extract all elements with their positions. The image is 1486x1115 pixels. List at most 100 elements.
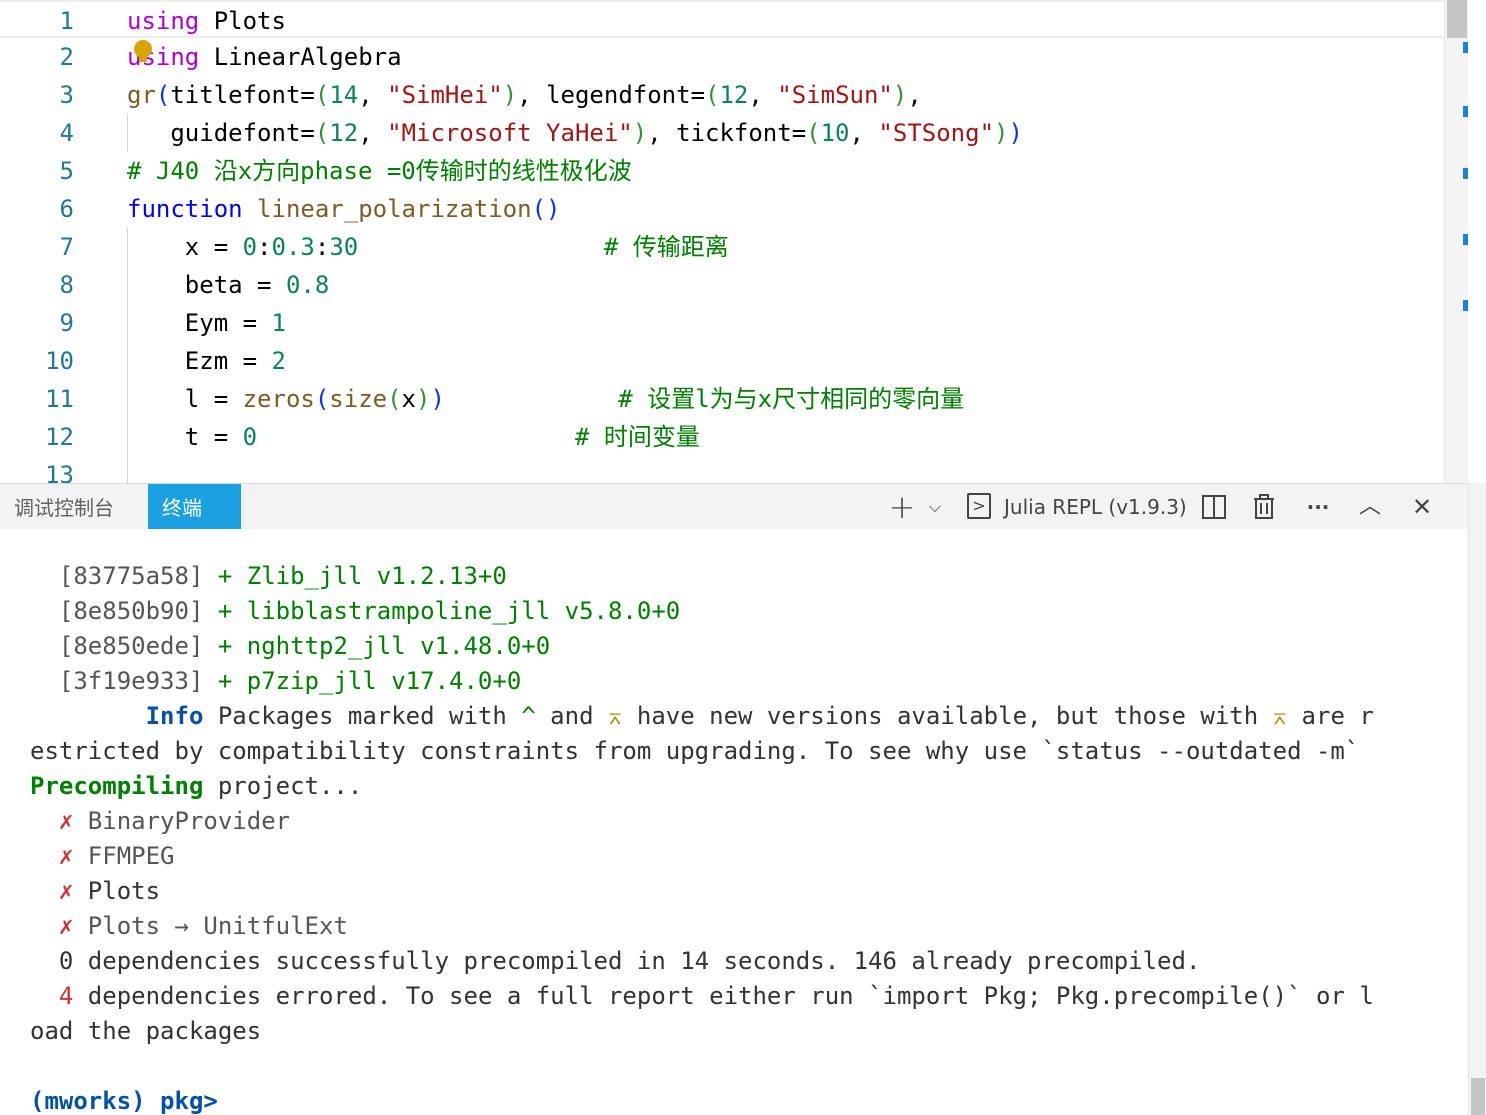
new-terminal-icon[interactable]: + [884, 490, 920, 524]
code-token: ) [502, 81, 518, 109]
lightbulb-icon[interactable] [134, 40, 152, 62]
maximize-panel-icon[interactable]: ︿ [1352, 490, 1388, 524]
line-number: 8 [59, 271, 74, 299]
code-text[interactable]: beta = 0.8 [127, 266, 330, 304]
code-token: zeros [242, 385, 315, 413]
code-line[interactable]: 13 [0, 456, 1444, 483]
code-token: ( [387, 385, 402, 413]
code-token: "Microsoft YaHei" [387, 119, 633, 147]
code-token: : [314, 233, 330, 261]
terminal-token: Plots [73, 877, 161, 905]
terminal-token: are r [1287, 702, 1374, 730]
line-number: 6 [59, 195, 74, 223]
code-text[interactable]: t = 0 # 时间变量 [127, 418, 700, 456]
code-text[interactable]: gr(titlefont=(14, "SimHei"), legendfont=… [127, 76, 922, 114]
terminal-scroll-thumb[interactable] [1471, 1078, 1485, 1115]
code-token: : [257, 233, 272, 261]
code-text[interactable]: Ezm = 2 [127, 342, 286, 380]
terminal-line: oad the packages [30, 1014, 261, 1049]
code-token: , [358, 81, 388, 109]
terminal-line: [8e850b90] + libblastrampoline_jll v5.8.… [30, 594, 680, 629]
code-line[interactable]: 10 Ezm = 2 [0, 342, 1444, 380]
code-token: LinearAlgebra [199, 43, 402, 71]
terminal-token: ✗ [58, 842, 74, 870]
terminal-token: [8e850ede] [30, 632, 218, 660]
code-token: size [329, 385, 388, 413]
line-number: 13 [45, 461, 74, 483]
code-text[interactable]: Eym = 1 [127, 304, 286, 342]
terminal-line: ✗ Plots [30, 874, 160, 909]
code-line[interactable]: 4 guidefont=(12, "Microsoft YaHei"), tic… [0, 114, 1444, 152]
terminal-token: FFMPEG [73, 842, 175, 870]
code-text[interactable]: l = zeros(size(x)) # 设置l为与x尺寸相同的零向量 [127, 380, 964, 418]
terminal-output[interactable]: [83775a58] + Zlib_jll v1.2.13+0 [8e850b9… [0, 529, 1468, 1115]
terminal-token: oad the packages [30, 1017, 262, 1045]
code-line[interactable]: 7 x = 0:0.3:30 # 传输距离 [0, 228, 1444, 266]
line-number: 9 [59, 309, 74, 337]
code-token: "STSong" [878, 119, 995, 147]
terminal-name-label[interactable]: Julia REPL (v1.9.3) [1004, 490, 1187, 524]
code-text[interactable]: # J40 沿x方向phase =0传输时的线性极化波 [127, 152, 632, 190]
editor-scrollbar[interactable] [1444, 0, 1468, 483]
code-token: ( [705, 81, 720, 109]
code-token: x = [127, 233, 243, 261]
code-line[interactable]: 1 using Plots [0, 0, 1444, 38]
code-token: () [531, 195, 561, 223]
line-number: 7 [59, 233, 74, 261]
editor-scroll-thumb[interactable] [1447, 0, 1467, 38]
code-line[interactable]: 2 using LinearAlgebra [0, 38, 1444, 76]
code-token: 10 [820, 119, 850, 147]
code-line[interactable]: 11 l = zeros(size(x)) # 设置l为与x尺寸相同的零向量 [0, 380, 1444, 418]
tab-debug-console[interactable]: 调试控制台 [0, 484, 128, 530]
code-token: gr [127, 81, 156, 109]
terminal-token: ✗ [58, 912, 74, 940]
terminal-token: 0 dependencies successfully precompiled … [30, 947, 1201, 975]
code-token: guidefont= [127, 119, 315, 147]
code-token: , [748, 81, 778, 109]
close-panel-icon[interactable]: ✕ [1404, 490, 1440, 524]
code-token: # 设置l为与x尺寸相同的零向量 [618, 385, 965, 413]
terminal-token: 4 [58, 982, 74, 1010]
terminal-line: estricted by compatibility constraints f… [30, 734, 1359, 769]
terminal-token: and [535, 702, 608, 730]
terminal-token: dependencies errored. To see a full repo… [73, 982, 1374, 1010]
line-number: 12 [45, 423, 74, 451]
code-token: # 传输距离 [603, 233, 729, 261]
code-token: using [127, 7, 200, 35]
code-line[interactable]: 8 beta = 0.8 [0, 266, 1444, 304]
terminal-token: Packages marked with [203, 702, 522, 730]
more-actions-icon[interactable]: ··· [1298, 490, 1338, 524]
code-line[interactable]: 3 gr(titlefont=(14, "SimHei"), legendfont… [0, 76, 1444, 114]
indent-guide [127, 114, 128, 152]
terminal-line: ✗ FFMPEG [30, 839, 175, 874]
window-edge [1468, 0, 1486, 483]
code-token: 12 [719, 81, 749, 109]
code-editor[interactable]: 1 using Plots 2 using LinearAlgebra 3 gr(titl… [0, 0, 1468, 483]
code-text[interactable]: using LinearAlgebra [127, 38, 402, 76]
code-text[interactable]: guidefont=(12, "Microsoft YaHei"), tickf… [127, 114, 1023, 152]
terminal-line: [8e850ede] + nghttp2_jll v1.48.0+0 [30, 629, 550, 664]
code-token: ) [994, 119, 1009, 147]
code-token: x [401, 385, 416, 413]
tab-terminal[interactable]: 终端 [148, 484, 241, 530]
split-icon[interactable] [1196, 490, 1232, 524]
code-line[interactable]: 9 Eym = 1 [0, 304, 1444, 342]
code-token: titlefont= [170, 81, 315, 109]
terminal-line: [3f19e933] + p7zip_jll v17.4.0+0 [30, 664, 521, 699]
code-text[interactable]: using Plots [127, 2, 286, 40]
terminal-scrollbar[interactable] [1468, 483, 1486, 1115]
code-token: ) [430, 385, 445, 413]
code-line[interactable]: 6 function linear_polarization() [0, 190, 1444, 228]
code-text[interactable]: function linear_polarization() [127, 190, 561, 228]
code-token: ( [314, 385, 330, 413]
code-text[interactable]: x = 0:0.3:30 # 传输距离 [127, 228, 729, 266]
terminal-token: ^ [521, 702, 536, 730]
trash-icon[interactable] [1246, 490, 1282, 524]
code-line[interactable]: 12 t = 0 # 时间变量 [0, 418, 1444, 456]
code-token: , tickfont= [647, 119, 807, 147]
chevron-down-icon[interactable]: ⌵ [922, 490, 948, 524]
code-line[interactable]: 5 # J40 沿x方向phase =0传输时的线性极化波 [0, 152, 1444, 190]
terminal-token: + Zlib_jll v1.2.13+0 [217, 562, 507, 590]
